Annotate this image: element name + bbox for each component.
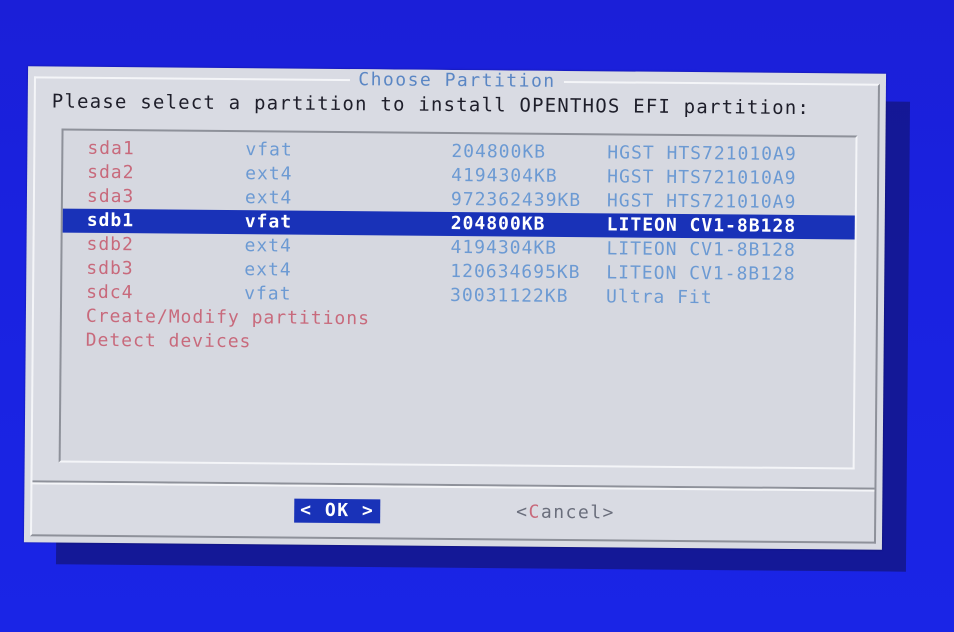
partition-device: sda3 [86, 185, 135, 208]
partition-size: 4194304KB [451, 164, 558, 187]
partition-fs: vfat [245, 139, 293, 161]
partition-fs: ext4 [244, 187, 293, 209]
partition-model: LITEON CV1-8B128 [606, 214, 797, 237]
partition-fs: ext4 [245, 163, 293, 185]
cancel-hotkey: C [528, 501, 541, 523]
cancel-open-bracket: < [516, 501, 529, 523]
partition-model: HGST HTS721010A9 [606, 190, 797, 213]
partition-size: 4194304KB [450, 236, 558, 259]
partition-size: 204800KB [450, 212, 546, 235]
partition-device: sda1 [87, 137, 135, 160]
partition-list: sda1 vfat 204800KB HGST HTS721010A9 sda2… [58, 128, 858, 470]
partition-device: sdc4 [86, 281, 134, 304]
cancel-button[interactable]: <Cancel> [516, 501, 615, 526]
partition-device: sdb2 [86, 233, 134, 256]
partition-dialog: Choose Partition Please select a partiti… [23, 66, 887, 550]
partition-fs: vfat [244, 283, 292, 305]
action-label: Detect devices [85, 329, 252, 353]
partition-model: LITEON CV1-8B128 [606, 238, 796, 261]
action-label: Create/Modify partitions [85, 305, 371, 330]
ok-button[interactable]: < OK > [294, 498, 381, 524]
dialog-title: Choose Partition [350, 69, 564, 92]
partition-model: HGST HTS721010A9 [607, 142, 797, 165]
partition-device: sda2 [87, 161, 135, 184]
partition-model: LITEON CV1-8B128 [606, 262, 796, 285]
partition-device: sdb3 [86, 257, 134, 280]
partition-fs: vfat [244, 211, 293, 233]
partition-size: 972362439KB [450, 188, 582, 212]
partition-model: Ultra Fit [606, 286, 713, 309]
partition-model: HGST HTS721010A9 [607, 166, 797, 189]
partition-device: sdb1 [86, 209, 135, 232]
cancel-rest: ancel> [540, 501, 616, 524]
partition-fs: ext4 [244, 259, 292, 281]
partition-fs: ext4 [244, 235, 292, 257]
partition-size: 30031122KB [450, 284, 569, 307]
partition-size: 120634695KB [450, 260, 581, 284]
partition-size: 204800KB [451, 140, 547, 163]
